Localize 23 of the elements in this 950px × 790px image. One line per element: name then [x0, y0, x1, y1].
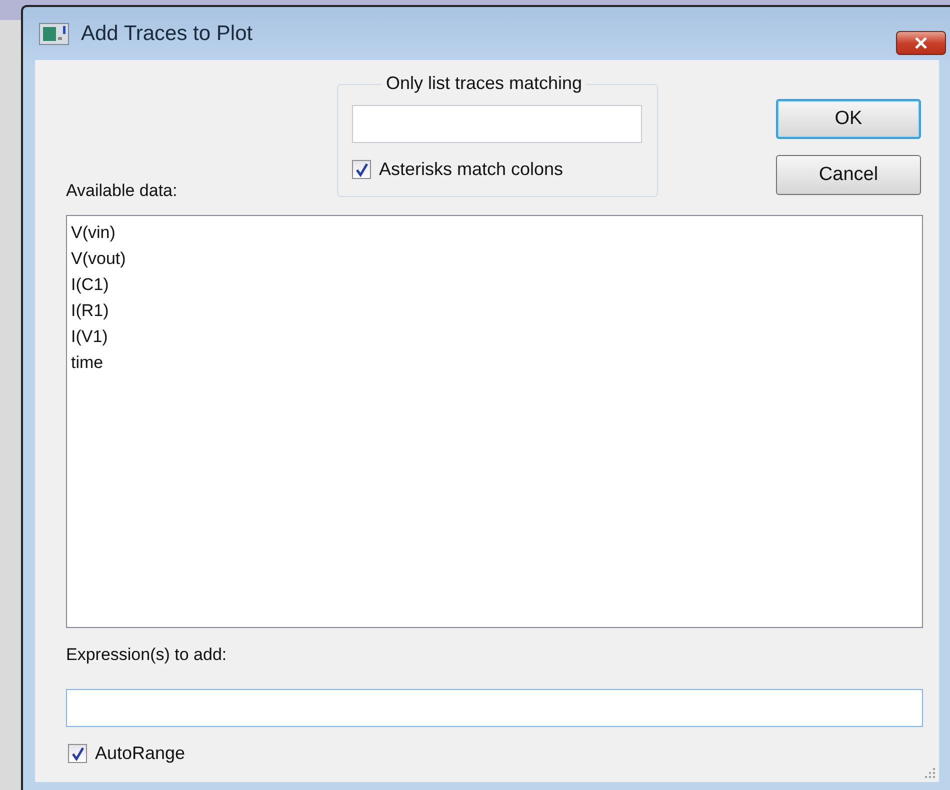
expression-label: Expression(s) to add:	[66, 645, 228, 665]
group-legend: Only list traces matching	[382, 73, 586, 94]
checkbox-label: AutoRange	[95, 743, 186, 764]
cancel-button[interactable]: Cancel	[776, 155, 921, 195]
list-item[interactable]: I(R1)	[71, 298, 109, 324]
checkbox[interactable]	[68, 744, 87, 763]
ok-button[interactable]: OK	[776, 99, 921, 139]
checkbox[interactable]	[352, 160, 371, 179]
resize-grip-icon[interactable]	[924, 767, 936, 779]
checkbox-label: Asterisks match colons	[379, 159, 564, 180]
list-item[interactable]: time	[71, 350, 104, 376]
list-item[interactable]: V(vin)	[71, 220, 116, 246]
available-data-label: Available data:	[66, 181, 178, 201]
data-listbox[interactable]: V(vin) V(vout) I(C1) I(R1) I(V1) time	[66, 215, 923, 628]
window-title: Add Traces to Plot	[81, 22, 253, 46]
list-item[interactable]: I(C1)	[71, 272, 109, 298]
close-button[interactable]	[896, 31, 946, 55]
list-item[interactable]: V(vout)	[71, 246, 126, 272]
filter-field[interactable]	[352, 105, 642, 143]
list-item[interactable]: I(V1)	[71, 324, 108, 350]
close-icon	[914, 37, 928, 49]
window-icon	[39, 22, 69, 44]
expression-field[interactable]	[66, 689, 923, 727]
